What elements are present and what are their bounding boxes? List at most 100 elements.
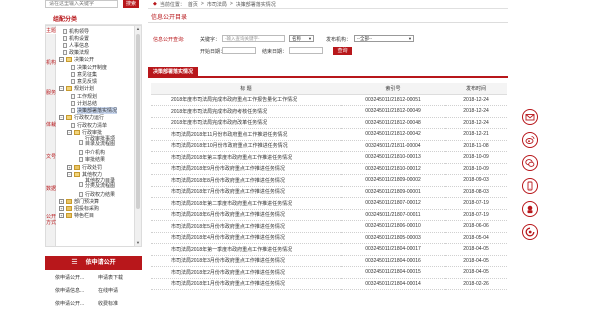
tree-item[interactable]: 行政审批事项目录及流程图 [79,136,119,148]
row-title-link[interactable]: 市司法局2018年3月份市政府重点工作推进任务情况 [151,255,341,267]
tree-item[interactable]: − 其他权力 [67,171,102,178]
table-row[interactable]: 2018年度市司法局完成市政府考核任务情况 003245011/21812-000… [151,105,507,118]
collapse-icon[interactable]: − [59,57,64,62]
tree-item[interactable]: 意见征集 [71,71,97,78]
row-title-link[interactable]: 市司法局2018年8月份市政府重点工作推进任务情况 [151,174,341,187]
emblem-icon[interactable] [522,224,538,240]
name-select[interactable]: 名称 ▼ [289,35,314,42]
vtab-3[interactable]: 体裁 [46,122,56,128]
table-row[interactable]: 市司法局2018年11月份市政府重点工作推进任务情况 003245011/2181… [151,128,507,141]
apply-open-header[interactable]: ☰ 依申请公开 [45,256,142,270]
row-title-link[interactable]: 市司法局2018年2月份市政府重点工作推进任务情况 [151,266,341,279]
mobile-icon[interactable] [522,178,538,194]
apply-link[interactable]: 依申请公开... [55,300,84,307]
vtab-5[interactable]: 数据 [46,186,56,192]
table-row[interactable]: 市司法局2018年2月份市政府重点工作推进任务情况 003245011/21804… [151,266,507,279]
breadcrumb-bureau[interactable]: 市司法局 [207,1,227,8]
vtab-4[interactable]: 文号 [46,154,56,160]
apply-link[interactable]: 收费标准 [98,300,118,307]
tree-item[interactable]: + 部门预决算 [59,198,99,205]
breadcrumb-current[interactable]: 决策部署落实情况 [236,1,276,8]
table-row[interactable]: 市司法局2018年10月份市政府重点工作推进任务情况 003245011/2181… [151,140,507,152]
tree-item[interactable]: + 招投标采购 [59,205,99,212]
tree-item[interactable]: 中介机构 [79,149,105,156]
row-title-link[interactable]: 市司法局2018年4月份市政府重点工作推进任务情况 [151,232,341,244]
tree-item[interactable]: 计划总结 [71,100,97,107]
table-row[interactable]: 2018年度市司法局完成市政府改革任务情况 003245011/21812-000… [151,117,507,129]
tree-item[interactable]: 机构设置 [63,35,89,42]
sidebar-search-button[interactable]: 搜索 [123,0,139,8]
apply-link[interactable]: 在线申请 [98,287,118,294]
collapse-icon[interactable]: − [59,86,64,91]
row-title-link[interactable]: 市司法局2018年5月份市政府重点工作推进任务情况 [151,220,341,233]
expand-icon[interactable]: + [67,165,72,170]
tree-item[interactable]: − 行政审批 [67,129,102,136]
table-row[interactable]: 市司法局2018年3月份市政府重点工作推进任务情况 003245011/21804… [151,255,507,267]
tree-item[interactable]: − 决策公开 [59,56,94,63]
row-title-link[interactable]: 市司法局2018年10月份市政府重点工作推进任务情况 [151,140,341,152]
breadcrumb-home[interactable]: 首页 [188,1,198,8]
mail-icon[interactable] [522,109,538,125]
row-title-link[interactable]: 市司法局2018年1月份市政府重点工作推进任务情况 [151,278,341,290]
collapse-icon[interactable]: − [67,172,72,177]
tree-item[interactable]: + 特色栏目 [59,212,94,219]
wechat-icon[interactable] [522,155,538,171]
mascot-icon[interactable] [522,201,538,217]
tree-item[interactable]: + 行政处罚 [67,164,102,171]
apply-link[interactable]: 依申请公开... [55,274,84,281]
org-select[interactable]: --全部-- ▼ [354,35,414,42]
table-row[interactable]: 市司法局2018年第三季度市政府重点工作推进任务情况 003245011/2181… [151,151,507,164]
weibo-icon[interactable] [522,132,538,148]
apply-link[interactable]: 依申请信息... [55,287,84,294]
row-title-link[interactable]: 市司法局2018年第一季度市政府重点工作推进任务情况 [151,243,341,256]
tree-item[interactable]: 行政权力清单 [71,122,107,129]
table-row[interactable]: 市司法局2018年第一季度市政府重点工作推进任务情况 003245011/2180… [151,243,507,256]
tree-item[interactable]: 其他权力目录分类及流程图 [79,178,119,190]
apply-link[interactable]: 申请表下载 [98,274,123,281]
tree-item[interactable]: 工作规划 [71,93,97,100]
scroll-thumb[interactable] [136,34,140,209]
table-row[interactable]: 市司法局2018年6月份市政府重点工作推进任务情况 003245011/21807… [151,209,507,221]
tree-item[interactable]: 意见反馈 [71,78,97,85]
expand-icon[interactable]: + [59,206,64,211]
sidebar-search-input[interactable] [45,0,118,8]
expand-icon[interactable]: + [59,213,64,218]
start-date-input[interactable] [222,47,256,54]
row-title-link[interactable]: 2018年度市司法局完成市政府考核任务情况 [151,105,341,118]
table-row[interactable]: 市司法局2018年第二季度市政府重点工作推进任务情况 003245011/2180… [151,197,507,210]
row-title-link[interactable]: 市司法局2018年第三季度市政府重点工作推进任务情况 [151,151,341,164]
tree-scrollbar[interactable]: ▲ ▼ [134,26,141,246]
vtab-2[interactable]: 服务 [46,90,56,96]
collapse-icon[interactable]: − [59,115,64,120]
table-row[interactable]: 市司法局2018年4月份市政府重点工作推进任务情况 003245011/21805… [151,232,507,244]
keyword-input[interactable]: -输入查询关键字- [222,35,285,42]
tree-item[interactable]: 人事信息 [63,42,89,49]
end-date-input[interactable] [289,47,323,54]
collapse-icon[interactable]: − [67,130,72,135]
tree-item[interactable]: − 规划计划 [59,85,94,92]
table-row[interactable]: 市司法局2018年9月份市政府重点工作推进任务情况 003245011/21810… [151,163,507,175]
table-row[interactable]: 市司法局2018年5月份市政府重点工作推进任务情况 003245011/21806… [151,220,507,233]
table-row[interactable]: 市司法局2018年8月份市政府重点工作推进任务情况 003245011/21809… [151,174,507,187]
vtab-6[interactable]: 公开方式 [46,214,56,226]
table-row[interactable]: 市司法局2018年1月份市政府重点工作推进任务情况 003245011/21804… [151,278,507,290]
row-title-link[interactable]: 市司法局2018年7月份市政府重点工作推进任务情况 [151,186,341,198]
tab-policy-implementation[interactable]: 决策部署落实情况 [148,67,199,78]
tree-item[interactable]: 决策公开制度 [71,64,107,71]
tree-item[interactable]: − 行政权力运行 [59,114,104,121]
table-row[interactable]: 市司法局2018年7月份市政府重点工作推进任务情况 003245011/21809… [151,186,507,198]
row-title-link[interactable]: 市司法局2018年第二季度市政府重点工作推进任务情况 [151,197,341,210]
row-title-link[interactable]: 2018年度市司法局完成市政府重点工作报告量化工作情况 [151,94,341,106]
tree-item[interactable]: 机构领导 [63,28,89,35]
scroll-down-icon[interactable]: ▼ [135,240,141,246]
row-title-link[interactable]: 市司法局2018年9月份市政府重点工作推进任务情况 [151,163,341,175]
row-title-link[interactable]: 市司法局2018年6月份市政府重点工作推进任务情况 [151,209,341,221]
row-title-link[interactable]: 市司法局2018年11月份市政府重点工作推进任务情况 [151,128,341,141]
tree-item[interactable]: 决策部署落实情况 [71,107,118,114]
vtab-0[interactable]: 主题 [46,28,56,34]
table-row[interactable]: 2018年度市司法局完成市政府重点工作报告量化工作情况 003245011/218… [151,94,507,106]
tree-item[interactable]: 行政权力结果 [79,191,115,198]
vtab-1[interactable]: 机构 [46,60,56,66]
scroll-up-icon[interactable]: ▲ [135,26,141,32]
tree-item[interactable]: 政策法规 [63,49,89,56]
